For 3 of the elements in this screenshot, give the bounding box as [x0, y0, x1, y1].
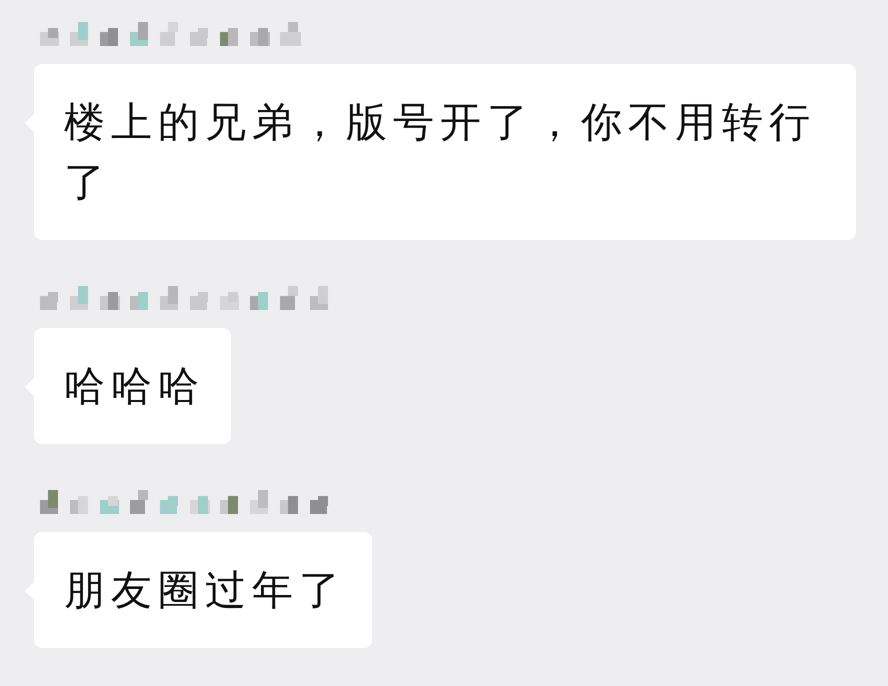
message-bubble: 楼上的兄弟，版号开了，你不用转行了 [34, 64, 856, 240]
message-bubble: 朋友圈过年了 [34, 532, 372, 648]
message-bubble: 哈哈哈 [34, 328, 231, 444]
